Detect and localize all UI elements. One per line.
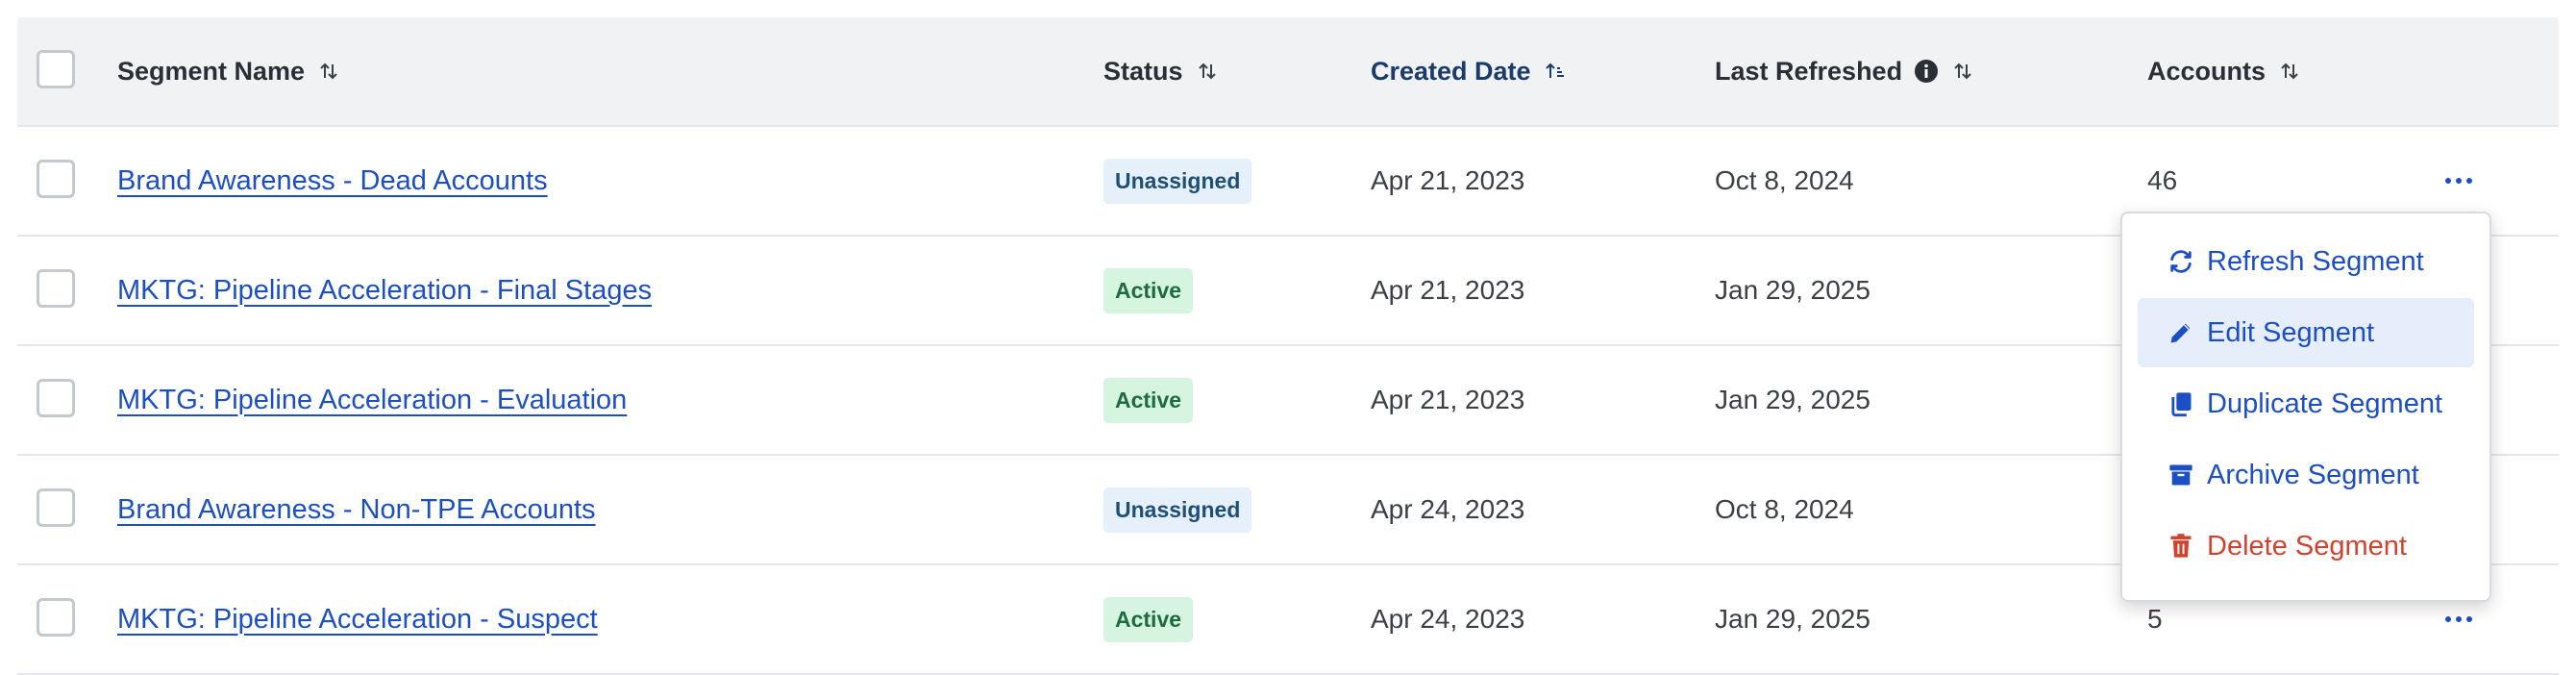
duplicate-icon [2167, 389, 2195, 418]
refresh-icon [2167, 247, 2195, 276]
sort-icon[interactable] [1197, 61, 1218, 82]
table-header: Segment Name Status Created Date Last Re… [17, 17, 2559, 127]
status-badge: Active [1103, 596, 1194, 642]
pencil-icon [2167, 318, 2195, 347]
duplicate-segment-menu-item[interactable]: Duplicate Segment [2138, 369, 2474, 438]
sort-icon[interactable] [2279, 61, 2300, 82]
created-date: Apr 21, 2023 [1371, 385, 1525, 414]
row-checkbox[interactable] [37, 269, 75, 308]
segment-name-link[interactable]: MKTG: Pipeline Acceleration - Final Stag… [117, 275, 652, 307]
row-checkbox[interactable] [37, 598, 75, 637]
trash-icon [2167, 532, 2195, 561]
created-date: Apr 24, 2023 [1371, 604, 1525, 634]
menu-item-label: Archive Segment [2207, 459, 2419, 490]
sort-icon[interactable] [318, 61, 339, 82]
created-date: Apr 21, 2023 [1371, 165, 1525, 195]
select-all-checkbox[interactable] [37, 50, 75, 88]
header-label: Accounts [2147, 56, 2266, 86]
more-actions-icon[interactable] [2440, 611, 2478, 628]
header-status[interactable]: Status [1103, 17, 1218, 125]
header-label: Created Date [1371, 56, 1531, 86]
header-label: Status [1103, 56, 1183, 86]
row-checkbox[interactable] [37, 379, 75, 417]
last-refreshed: Oct 8, 2024 [1715, 165, 1854, 195]
created-date: Apr 24, 2023 [1371, 494, 1525, 524]
delete-segment-menu-item[interactable]: Delete Segment [2138, 512, 2474, 581]
menu-item-label: Refresh Segment [2207, 245, 2424, 277]
last-refreshed: Oct 8, 2024 [1715, 494, 1854, 524]
accounts-count: 5 [2147, 604, 2163, 634]
sort-ascending-icon[interactable] [1545, 61, 1566, 82]
header-label: Segment Name [117, 56, 306, 86]
header-segment-name[interactable]: Segment Name [117, 17, 339, 125]
status-badge: Active [1103, 377, 1194, 423]
accounts-count: 46 [2147, 165, 2178, 195]
segment-name-link[interactable]: Brand Awareness - Non-TPE Accounts [117, 494, 596, 526]
created-date: Apr 21, 2023 [1371, 275, 1525, 305]
refresh-segment-menu-item[interactable]: Refresh Segment [2138, 227, 2474, 296]
header-created-date[interactable]: Created Date [1371, 17, 1566, 125]
header-accounts[interactable]: Accounts [2147, 17, 2300, 125]
info-icon[interactable] [1914, 59, 1939, 84]
sort-icon[interactable] [1952, 61, 1973, 82]
more-actions-icon[interactable] [2440, 172, 2478, 189]
segment-name-link[interactable]: Brand Awareness - Dead Accounts [117, 165, 548, 197]
status-badge: Unassigned [1103, 487, 1252, 533]
edit-segment-menu-item[interactable]: Edit Segment [2138, 298, 2474, 367]
header-last-refreshed[interactable]: Last Refreshed [1715, 17, 1973, 125]
menu-item-label: Duplicate Segment [2207, 388, 2443, 419]
status-badge: Unassigned [1103, 158, 1252, 204]
archive-segment-menu-item[interactable]: Archive Segment [2138, 440, 2474, 510]
row-checkbox[interactable] [37, 160, 75, 198]
segment-name-link[interactable]: MKTG: Pipeline Acceleration - Suspect [117, 604, 598, 636]
archive-icon [2167, 461, 2195, 489]
menu-item-label: Delete Segment [2207, 530, 2407, 562]
segment-name-link[interactable]: MKTG: Pipeline Acceleration - Evaluation [117, 385, 627, 416]
last-refreshed: Jan 29, 2025 [1715, 275, 1870, 305]
segment-actions-menu: Refresh Segment Edit Segment Duplicate S… [2120, 212, 2491, 602]
last-refreshed: Jan 29, 2025 [1715, 385, 1870, 414]
header-label: Last Refreshed [1715, 56, 1903, 86]
status-badge: Active [1103, 267, 1194, 313]
row-checkbox[interactable] [37, 488, 75, 527]
menu-item-label: Edit Segment [2207, 316, 2375, 348]
last-refreshed: Jan 29, 2025 [1715, 604, 1870, 634]
